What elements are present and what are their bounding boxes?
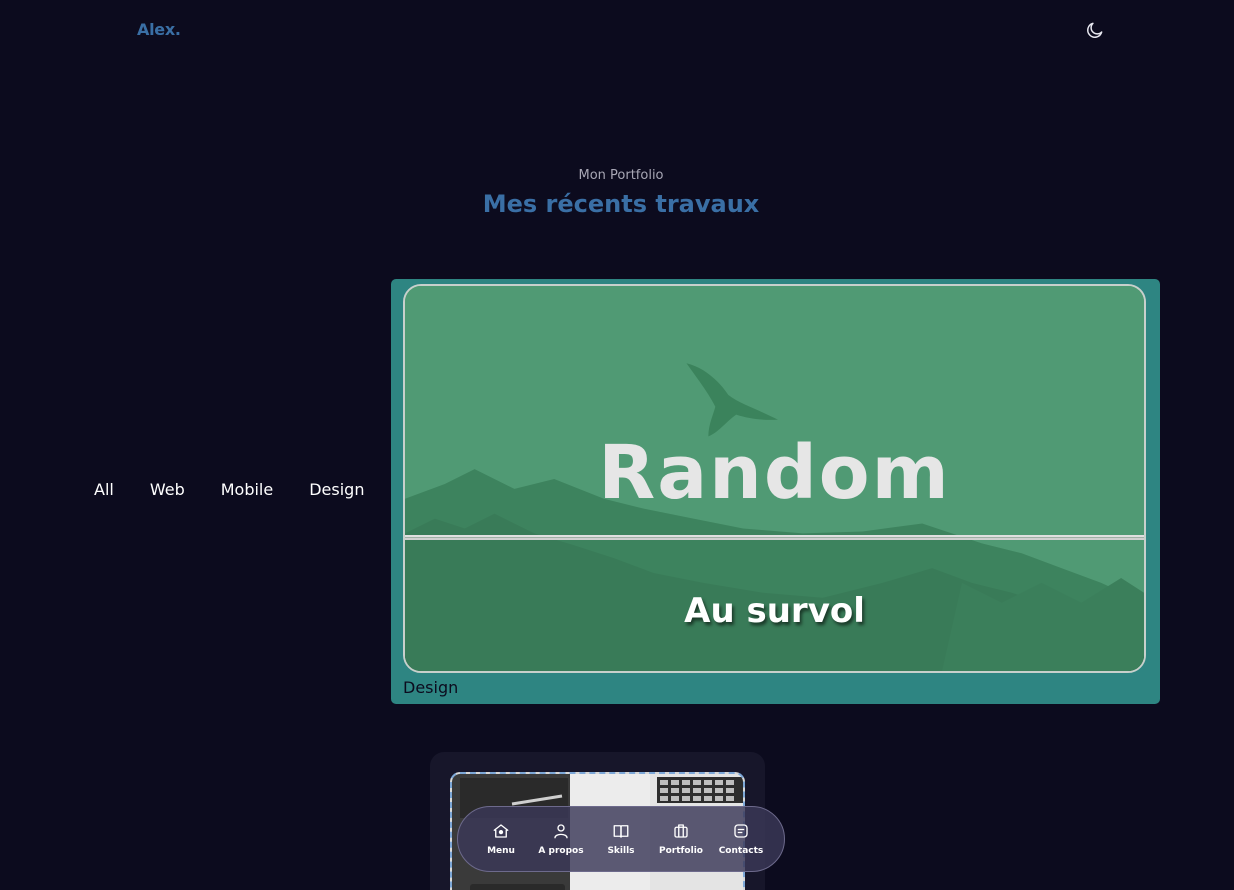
home-icon <box>493 824 509 838</box>
logo[interactable]: Alex. <box>137 20 181 39</box>
bottom-navigation-dock: Menu A propos Skills Portfolio Contacts <box>457 806 785 872</box>
nav-skills[interactable]: Skills <box>591 822 651 856</box>
user-icon <box>554 824 568 839</box>
filter-mobile[interactable]: Mobile <box>221 480 273 499</box>
image-divider <box>405 535 1144 540</box>
moon-icon <box>1087 22 1103 38</box>
portfolio-filters: All Web Mobile Design <box>94 480 364 499</box>
theme-toggle-button[interactable] <box>1083 18 1107 42</box>
nav-portfolio-label: Portfolio <box>659 846 703 856</box>
filter-design[interactable]: Design <box>309 480 364 499</box>
nav-skills-label: Skills <box>607 846 635 856</box>
briefcase-icon <box>674 824 688 838</box>
nav-portfolio[interactable]: Portfolio <box>651 822 711 856</box>
nav-about[interactable]: A propos <box>531 822 591 856</box>
message-icon <box>734 824 748 838</box>
project-card[interactable]: Random Au survol Design <box>391 279 1160 704</box>
filter-web[interactable]: Web <box>150 480 185 499</box>
section-title: Mes récents travaux <box>482 190 760 218</box>
project-image-title: Random <box>598 430 951 516</box>
nav-contacts-label: Contacts <box>718 846 764 856</box>
project-hover-text: Au survol <box>684 591 865 631</box>
project-category: Design <box>403 678 459 697</box>
project-image[interactable]: Random Au survol <box>403 284 1146 673</box>
nav-contacts[interactable]: Contacts <box>711 822 771 856</box>
nav-menu-label: Menu <box>487 846 515 856</box>
nav-menu[interactable]: Menu <box>471 822 531 856</box>
section-subtitle: Mon Portfolio <box>578 168 664 183</box>
book-icon <box>613 825 629 838</box>
nav-about-label: A propos <box>538 846 584 856</box>
filter-all[interactable]: All <box>94 480 114 499</box>
